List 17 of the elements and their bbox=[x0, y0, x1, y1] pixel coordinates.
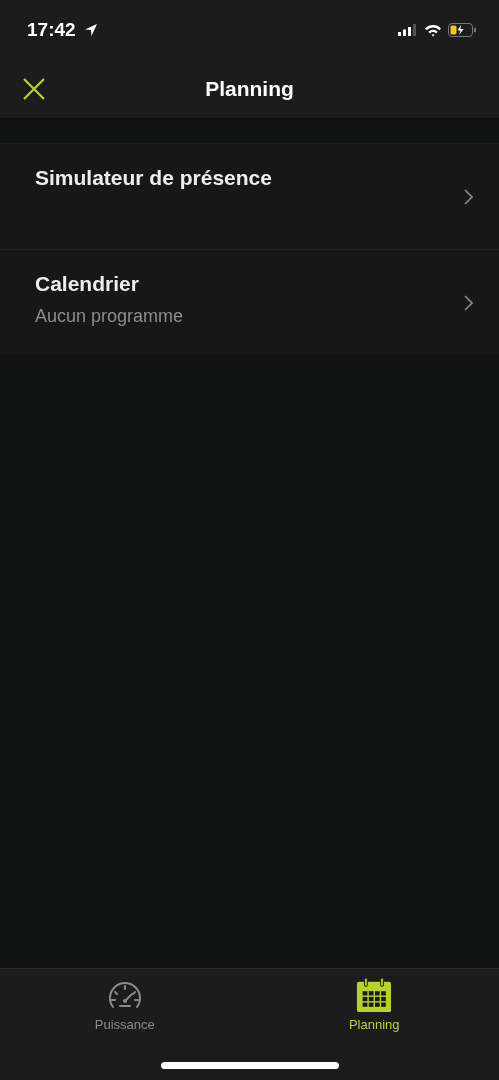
chevron-icon bbox=[464, 294, 473, 311]
list-row[interactable]: Simulateur de présence bbox=[0, 143, 499, 249]
tab-bar-item[interactable]: Planning bbox=[249, 969, 499, 1039]
close-icon bbox=[22, 77, 46, 101]
calendar-icon bbox=[355, 977, 394, 1013]
screen-title: Planning bbox=[205, 77, 294, 101]
location-arrow-icon bbox=[83, 23, 98, 37]
row-title: Calendrier bbox=[35, 272, 140, 296]
tab-bar-item[interactable]: Puissance bbox=[0, 969, 250, 1039]
status-time: 17:42 bbox=[27, 19, 76, 41]
chevron-icon bbox=[464, 188, 473, 205]
battery-charging-icon bbox=[448, 23, 477, 37]
row-subtitle: Aucun programme bbox=[35, 306, 185, 327]
wifi-icon bbox=[424, 23, 442, 37]
signal-icon bbox=[398, 24, 418, 36]
list-row[interactable]: Calendrier Aucun programme bbox=[0, 249, 499, 355]
row-title: Simulateur de présence bbox=[35, 166, 273, 190]
